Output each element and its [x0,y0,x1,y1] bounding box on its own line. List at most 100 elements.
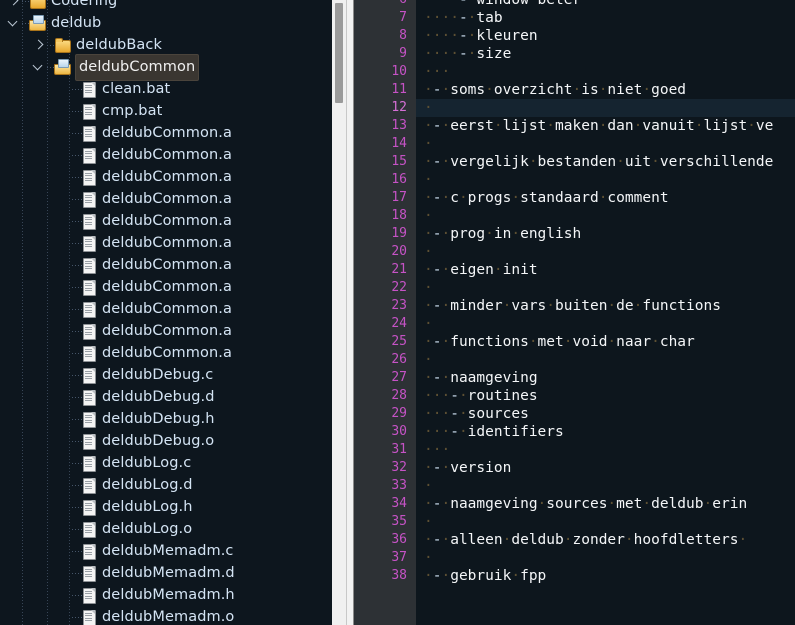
code-line[interactable]: ···-·identifiers [416,423,795,441]
code-line[interactable]: · [416,315,795,333]
code-line[interactable]: ·-·naamgeving·sources·met·deldub·erin [416,495,795,513]
tree-item-label: deldubLog.c [102,455,192,471]
code-line[interactable]: ··· [416,63,795,81]
tree-item-file[interactable]: cmp.bat [0,100,346,122]
code-line[interactable]: ·-·gebruik·fpp [416,567,795,585]
code-line[interactable]: · [416,477,795,495]
tree-item-file[interactable]: clean.bat [0,78,346,100]
code-line[interactable]: ·-·version [416,459,795,477]
code-line[interactable]: ····-·window·beter [416,0,795,9]
tree-item-file[interactable]: deldubCommon.a [0,122,346,144]
chevron-right-icon[interactable] [6,0,22,12]
code-line[interactable]: ···-·sources [416,405,795,423]
code-editor[interactable]: 67 8 9 10 11 12 13 14 15 16 17 18 19 20 21 22 23 24 25 26 27… [360,0,795,625]
folder-open-icon [29,15,46,31]
code-line[interactable]: ····-·kleuren [416,27,795,45]
tree-item-folder[interactable]: deldubCommon [0,54,346,80]
tree-item-file[interactable]: deldubDebug.d [0,386,346,408]
code-line[interactable]: ·-·eigen·init [416,261,795,279]
code-line[interactable]: ·-·c·progs·standaard·comment [416,189,795,207]
tree-item-file[interactable]: deldubLog.o [0,518,346,540]
file-document-icon [82,565,97,582]
tree-item-file[interactable]: deldubCommon.a [0,144,346,166]
tree-connector-line [72,287,82,288]
tree-item-file[interactable]: deldubDebug.o [0,430,346,452]
chevron-down-icon[interactable] [31,56,47,78]
tree-item-folder[interactable]: deldubBack [0,34,346,56]
code-line[interactable]: ·-·soms·overzicht·is·niet·goed [416,81,795,99]
code-line[interactable]: · [416,351,795,369]
line-number: 36 [391,532,407,547]
tree-connector-line [72,573,82,574]
tree-connector-line [47,45,54,46]
code-line[interactable]: ·-·eerst·lijst·maken·dan·vanuit·lijst·ve [416,117,795,135]
tree-item-file[interactable]: deldubCommon.a [0,232,346,254]
tree-connector-line [72,221,82,222]
line-number: 28 [391,388,407,403]
code-line[interactable]: ··· [416,441,795,459]
line-number: 17 [391,190,407,205]
tree-item-file[interactable]: deldubCommon.a [0,276,346,298]
line-number: 21 [391,262,407,277]
code-line[interactable]: ·-·vergelijk·bestanden·uit·verschillende [416,153,795,171]
tree-item-label: deldubDebug.c [102,367,214,383]
tree-item-label: deldubCommon.a [102,213,232,229]
tree-item-file[interactable]: deldubDebug.c [0,364,346,386]
chevron-right-icon[interactable] [31,34,47,56]
tree-connector-line [72,199,82,200]
code-line[interactable]: · [416,135,795,153]
code-line[interactable]: · [416,171,795,189]
sidebar-scrollbar-track[interactable] [332,0,346,625]
file-document-icon [82,323,97,340]
tree-item-folder[interactable]: Codering [0,0,346,12]
code-line[interactable]: ····-·tab [416,9,795,27]
code-line[interactable]: · [416,99,795,117]
tree-item-label: deldubMemadm.o [102,609,235,625]
line-number: 22 [391,280,407,295]
file-document-icon [82,235,97,252]
line-number: 33 [391,478,407,493]
code-line[interactable]: ·-·alleen·deldub·zonder·hoofdletters· [416,531,795,549]
tree-item-file[interactable]: deldubDebug.h [0,408,346,430]
line-number: 11 [391,82,407,97]
code-line[interactable]: ···-·routines [416,387,795,405]
tree-item-file[interactable]: deldubCommon.a [0,210,346,232]
tree-item-file[interactable]: deldubCommon.a [0,254,346,276]
tree-item-file[interactable]: deldubLog.h [0,496,346,518]
tree-item-file[interactable]: deldubMemadm.d [0,562,346,584]
code-line[interactable]: · [416,243,795,261]
tree-connector-line [72,397,82,398]
code-line[interactable]: · [416,207,795,225]
pane-splitter[interactable] [346,0,354,625]
line-number: 32 [391,460,407,475]
code-line[interactable]: · [416,513,795,531]
code-content[interactable]: ····-·window·beter ····-·tab ····-·kleuren… [416,0,795,625]
tree-item-folder[interactable]: deldub [0,12,346,34]
code-line[interactable]: ····-·size [416,45,795,63]
code-line[interactable]: ·-·functions·met·void·naar·char [416,333,795,351]
tree-item-file[interactable]: deldubCommon.a [0,188,346,210]
tree-item-file[interactable]: deldubCommon.a [0,320,346,342]
tree-connector-line [47,67,54,68]
code-line[interactable]: ·-·minder·vars·buiten·de·functions [416,297,795,315]
file-document-icon [82,389,97,406]
tree-item-label: deldub [51,15,102,31]
tree-item-file[interactable]: deldubMemadm.c [0,540,346,562]
tree-item-file[interactable]: deldubMemadm.h [0,584,346,606]
code-line[interactable]: · [416,279,795,297]
tree-item-file[interactable]: deldubCommon.a [0,298,346,320]
line-number: 35 [391,514,407,529]
chevron-down-icon[interactable] [6,12,22,34]
tree-item-file[interactable]: deldubLog.c [0,452,346,474]
code-line[interactable]: · [416,549,795,567]
tree-item-file[interactable]: deldubCommon.a [0,166,346,188]
code-line[interactable]: ·-·naamgeving [416,369,795,387]
line-number: 15 [391,154,407,169]
code-line[interactable]: ·-·prog·in·english [416,225,795,243]
tree-item-file[interactable]: deldubLog.d [0,474,346,496]
sidebar-scrollbar-thumb[interactable] [335,3,343,103]
tree-item-file[interactable]: deldubMemadm.o [0,606,346,625]
line-number: 19 [391,226,407,241]
tree-item-file[interactable]: deldubCommon.a [0,342,346,364]
tree-item-label: deldubMemadm.h [102,587,235,603]
